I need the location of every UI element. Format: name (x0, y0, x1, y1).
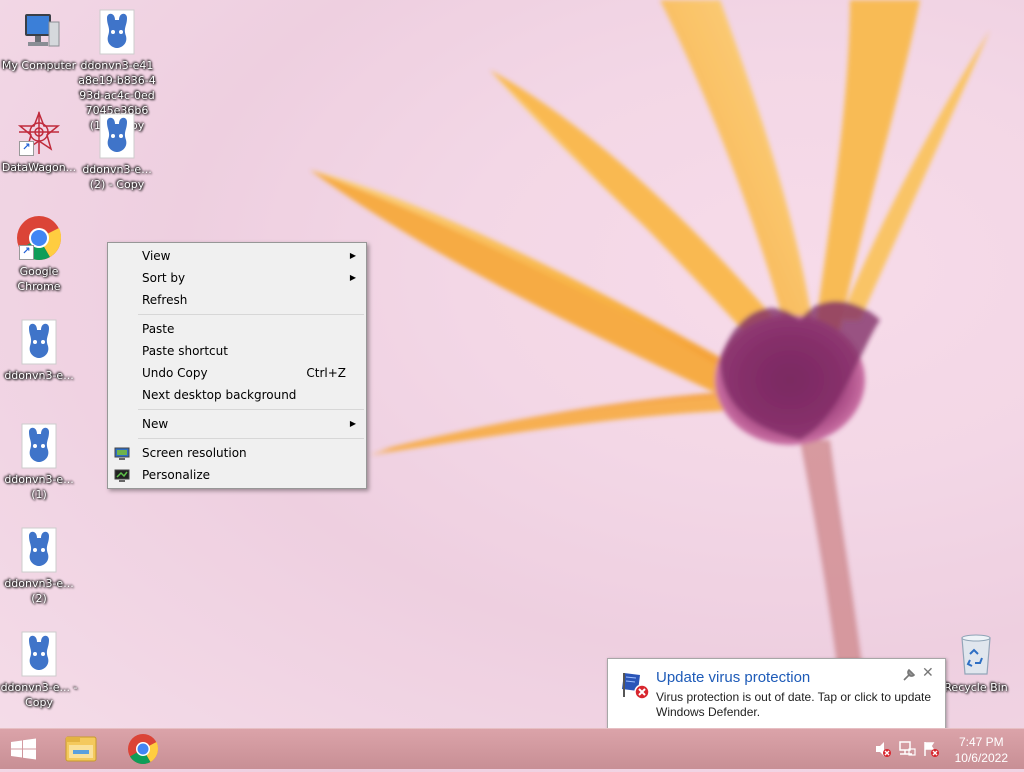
desktop-icon-ddonvn-doc-4[interactable]: ddonvn3-e... (1) (0, 422, 78, 502)
settings-wrench-icon[interactable] (902, 668, 916, 682)
menu-item-paste[interactable]: Paste (108, 318, 366, 340)
start-icon (11, 738, 36, 760)
menu-item-paste-shortcut[interactable]: Paste shortcut (108, 340, 366, 362)
desktop-icon-label: Recycle Bin (944, 681, 1008, 694)
start-button[interactable] (0, 729, 56, 769)
menu-item-label: Undo Copy (142, 366, 208, 380)
menu-item-label: Paste (142, 322, 175, 336)
notification-message: Virus protection is out of date. Tap or … (656, 690, 932, 719)
taskbar-file-explorer[interactable] (56, 729, 106, 769)
menu-item-refresh[interactable]: Refresh (108, 289, 366, 311)
menu-item-next-desktop-background[interactable]: Next desktop background (108, 384, 366, 406)
menu-separator (138, 314, 364, 315)
shortcut-arrow-icon: ↗ (19, 245, 34, 260)
taskbar-chrome[interactable] (116, 729, 170, 769)
desktop-icon-label: ddonvn3-e... (1) (4, 473, 74, 501)
network-icon[interactable] (898, 740, 916, 758)
menu-item-label: Paste shortcut (142, 344, 228, 358)
menu-item-label: Sort by (142, 271, 186, 285)
action-center-warning-icon[interactable] (922, 740, 940, 758)
bfdi-character-icon (15, 422, 63, 470)
desktop-icon-my-computer[interactable]: My Computer (0, 8, 78, 73)
clock-time: 7:47 PM (958, 735, 1004, 749)
desktop-icon-label: ddonvn3-e... - Copy (0, 681, 78, 709)
defender-warning-icon (620, 669, 652, 701)
personalize-icon (114, 468, 130, 482)
close-icon[interactable]: ✕ (922, 666, 936, 680)
bfdi-character-icon (15, 630, 63, 678)
menu-item-label: Screen resolution (142, 446, 247, 460)
menu-item-personalize[interactable]: Personalize (108, 464, 366, 486)
desktop-icon-label: Google Chrome (17, 265, 61, 293)
menu-item-label: Refresh (142, 293, 188, 307)
desktop-icon-label: DataWagon... (1, 161, 77, 174)
menu-item-shortcut: Ctrl+Z (306, 366, 346, 380)
desktop-icon-label: ddonvn3-e... (2) - Copy (82, 163, 152, 191)
shortcut-arrow-icon: ↗ (19, 141, 34, 156)
volume-muted-icon[interactable] (874, 740, 892, 758)
menu-item-new[interactable]: New ▶ (108, 413, 366, 435)
bfdi-character-icon (15, 318, 63, 366)
desktop-icon-label: ddonvn3-e... (2) (4, 577, 74, 605)
desktop-icon-ddonvn-doc-2[interactable]: ddonvn3-e... (2) - Copy (78, 112, 156, 192)
bfdi-character-icon (93, 112, 141, 160)
menu-item-label: New (142, 417, 169, 431)
display-icon (114, 446, 130, 460)
chrome-icon (128, 734, 159, 765)
chrome-icon: ↗ (15, 214, 63, 262)
desktop-icon-label: My Computer (1, 59, 77, 72)
desktop-icon-label: ddonvn3-e... (4, 369, 74, 382)
menu-separator (138, 409, 364, 410)
menu-separator (138, 438, 364, 439)
desktop-icon-datawagon[interactable]: ↗ DataWagon... (0, 110, 78, 175)
taskbar-clock[interactable]: 7:47 PM 10/6/2022 (955, 734, 1008, 766)
file-explorer-icon (65, 736, 97, 762)
menu-item-sort-by[interactable]: Sort by ▶ (108, 267, 366, 289)
notification-title: Update virus protection (656, 669, 811, 686)
datawagon-icon: ↗ (15, 110, 63, 158)
desktop-icon-ddonvn-doc-3[interactable]: ddonvn3-e... (0, 318, 78, 383)
desktop-icon-ddonvn-doc-6[interactable]: ddonvn3-e... - Copy (0, 630, 78, 710)
clock-date: 10/6/2022 (954, 751, 1008, 765)
desktop-icon-recycle-bin[interactable]: Recycle Bin (936, 630, 1016, 695)
recycle-bin-icon (952, 630, 1000, 678)
taskbar: 7:47 PM 10/6/2022 (0, 728, 1024, 769)
desktop-icon-google-chrome[interactable]: ↗ Google Chrome (0, 214, 78, 294)
desktop-context-menu: View ▶ Sort by ▶ Refresh Paste Paste sho… (107, 242, 367, 489)
submenu-arrow-icon: ▶ (349, 251, 356, 260)
menu-item-screen-resolution[interactable]: Screen resolution (108, 442, 366, 464)
defender-notification[interactable]: Update virus protection Virus protection… (607, 658, 946, 740)
menu-item-undo-copy[interactable]: Undo Copy Ctrl+Z (108, 362, 366, 384)
menu-item-label: Personalize (142, 468, 211, 482)
menu-item-view[interactable]: View ▶ (108, 245, 366, 267)
submenu-arrow-icon: ▶ (349, 419, 356, 428)
bfdi-character-icon (15, 526, 63, 574)
bfdi-character-icon (93, 8, 141, 56)
computer-icon (15, 8, 63, 56)
menu-item-label: Next desktop background (142, 388, 297, 402)
submenu-arrow-icon: ▶ (349, 273, 356, 282)
menu-item-label: View (142, 249, 171, 263)
desktop-icon-ddonvn-doc-5[interactable]: ddonvn3-e... (2) (0, 526, 78, 606)
